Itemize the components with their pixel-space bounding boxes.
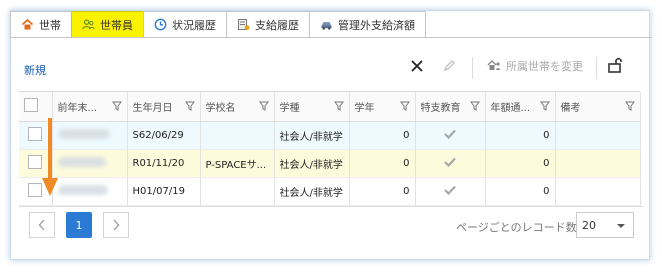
filter-icon[interactable] — [624, 101, 635, 111]
pager-divider — [19, 206, 643, 207]
table-row[interactable]: H01/07/19 社会人/非就学 0 0 — [19, 177, 641, 206]
column-label: 前年末... — [57, 102, 98, 114]
page-button-current[interactable]: 1 — [66, 212, 92, 238]
tab-status-history[interactable]: 状況履歴 — [143, 11, 227, 37]
tab-label: 管理外支給済額 — [338, 18, 415, 32]
column-header-grade[interactable]: 学年 — [349, 92, 416, 122]
column-label: 特支教育 — [420, 102, 461, 114]
tab-label: 状況履歴 — [172, 18, 216, 32]
grid-header-row: 前年末... 生年月日 学校名 学種 学年 特支教育 年額通... 備考 — [19, 92, 641, 122]
special-support-cell — [415, 149, 486, 178]
column-label: 生年月日 — [132, 102, 173, 114]
redacted-name-cell — [52, 149, 128, 178]
ledger-icon — [237, 18, 250, 31]
birthdate-cell: R01/11/20 — [127, 149, 201, 178]
page-size-value: 20 — [582, 218, 596, 232]
chevron-right-icon — [113, 219, 120, 231]
school-type-cell: 社会人/非就学 — [274, 149, 350, 178]
column-header-school-name[interactable]: 学校名 — [200, 92, 275, 122]
tab-divider — [10, 37, 652, 38]
filter-icon[interactable] — [539, 101, 550, 111]
redacted-name-cell — [52, 177, 128, 206]
grade-cell: 0 — [349, 149, 416, 178]
column-header-annual-amount[interactable]: 年額通... — [485, 92, 556, 122]
checkmark-icon — [444, 185, 456, 195]
school-type-cell: 社会人/非就学 — [274, 121, 350, 150]
column-header-special-support[interactable]: 特支教育 — [415, 92, 486, 122]
annual-amount-cell: 0 — [485, 177, 556, 206]
caret-down-icon — [617, 224, 625, 228]
unlock-icon[interactable] — [606, 56, 624, 74]
home-icon — [21, 18, 34, 31]
previous-page-button[interactable] — [29, 212, 55, 238]
school-name-cell — [200, 121, 275, 150]
tab-household[interactable]: 世帯 — [10, 11, 72, 37]
car-icon — [320, 18, 333, 31]
redacted-text — [57, 156, 106, 167]
select-all-cell — [19, 92, 53, 122]
clock-icon — [154, 18, 167, 31]
select-all-checkbox[interactable] — [24, 97, 38, 112]
school-name-cell — [200, 177, 275, 206]
toolbar: 新規 所属世帯を変更 — [10, 50, 652, 84]
table-row[interactable]: S62/06/29 社会人/非就学 0 0 — [19, 121, 641, 150]
tab-payment-history[interactable]: 支給履歴 — [226, 11, 310, 37]
filter-icon[interactable] — [399, 101, 410, 111]
annual-amount-cell: 0 — [485, 149, 556, 178]
special-support-cell — [415, 177, 486, 206]
tab-external-paid-amount[interactable]: 管理外支給済額 — [309, 11, 426, 37]
column-header-birthdate[interactable]: 生年月日 — [127, 92, 201, 122]
page-size-select[interactable]: 20 — [576, 212, 634, 238]
redacted-name-cell — [52, 121, 128, 150]
column-header-school-type[interactable]: 学種 — [274, 92, 350, 122]
column-label: 学種 — [279, 102, 300, 114]
filter-icon[interactable] — [111, 101, 122, 111]
filter-icon[interactable] — [333, 101, 344, 111]
redacted-text — [57, 184, 108, 195]
notes-cell — [555, 149, 641, 178]
chevron-left-icon — [38, 219, 45, 231]
page-size-label: ページごとのレコード数 — [456, 221, 577, 234]
column-header-prev-year-end[interactable]: 前年末... — [52, 92, 128, 122]
birthdate-cell: H01/07/19 — [127, 177, 201, 206]
tab-label: 世帯 — [39, 18, 61, 32]
change-household-button[interactable]: 所属世帯を変更 — [486, 58, 583, 74]
checkmark-icon — [444, 157, 456, 167]
change-household-label: 所属世帯を変更 — [506, 60, 583, 73]
toolbar-separator — [596, 57, 597, 79]
notes-cell — [555, 121, 641, 150]
column-label: 備考 — [560, 102, 581, 114]
edit-icon[interactable] — [442, 59, 456, 73]
column-header-notes[interactable]: 備考 — [555, 92, 641, 122]
redacted-text — [57, 128, 110, 139]
column-label: 年額通... — [490, 102, 531, 114]
users-icon — [82, 18, 95, 31]
filter-icon[interactable] — [184, 101, 195, 111]
column-label: 学校名 — [205, 102, 236, 114]
school-type-cell: 社会人/非就学 — [274, 177, 350, 206]
birthdate-cell: S62/06/29 — [127, 121, 201, 150]
tab-household-members[interactable]: 世帯員 — [71, 11, 144, 37]
toolbar-separator — [472, 57, 473, 79]
tab-label: 世帯員 — [100, 18, 133, 32]
filter-icon[interactable] — [258, 101, 269, 111]
tab-bar: 世帯 世帯員 状況履歴 支給履歴 管理外支給済額 — [10, 11, 426, 37]
school-name-cell: P-SPACEサ... — [200, 149, 275, 178]
members-grid: 前年末... 生年月日 学校名 学種 学年 特支教育 年額通... 備考 S62… — [19, 91, 641, 206]
column-label: 学年 — [354, 102, 375, 114]
new-record-link[interactable]: 新規 — [24, 62, 46, 78]
filter-icon[interactable] — [469, 101, 480, 111]
grade-cell: 0 — [349, 177, 416, 206]
notes-cell — [555, 177, 641, 206]
move-household-icon — [487, 60, 500, 70]
annotation-arrow — [42, 118, 58, 196]
next-page-button[interactable] — [103, 212, 129, 238]
grade-cell: 0 — [349, 121, 416, 150]
delete-icon[interactable] — [410, 59, 424, 73]
annual-amount-cell: 0 — [485, 121, 556, 150]
checkmark-icon — [444, 129, 456, 139]
table-row[interactable]: R01/11/20 P-SPACEサ... 社会人/非就学 0 0 — [19, 149, 641, 178]
special-support-cell — [415, 121, 486, 150]
tab-label: 支給履歴 — [255, 18, 299, 32]
